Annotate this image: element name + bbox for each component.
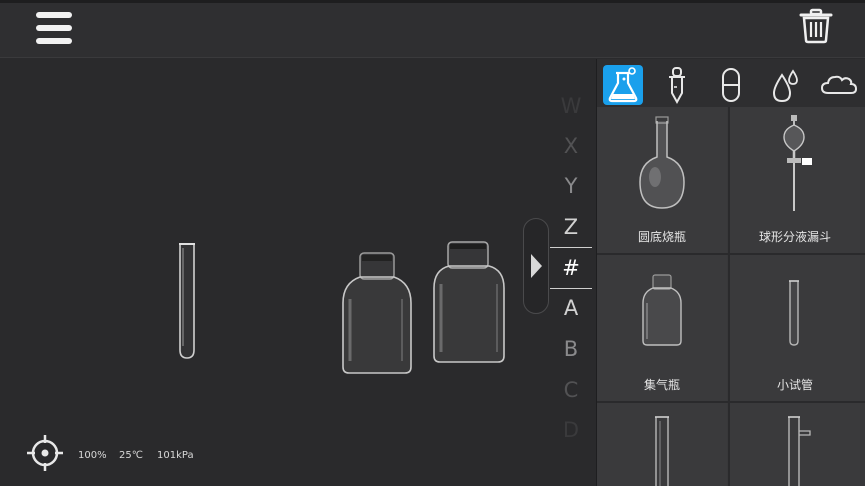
crosshair-icon[interactable] (26, 434, 64, 472)
small-test-tube-icon (789, 280, 799, 346)
alphabet-index[interactable]: W X Y Z # A B C D (550, 86, 592, 446)
apparatus-item-round-flask[interactable]: 圆底烧瓶 (597, 107, 727, 253)
alpha-letter-a[interactable]: A (550, 288, 592, 328)
apparatus-label: 集气瓶 (643, 378, 680, 392)
lab-workspace[interactable] (0, 59, 596, 486)
alpha-letter-y[interactable]: Y (550, 166, 592, 206)
alpha-letter-w[interactable]: W (550, 86, 592, 126)
tab-cloud-icon[interactable] (819, 65, 859, 105)
alpha-letter-c[interactable]: C (550, 370, 592, 410)
glass-tube-icon (655, 416, 669, 486)
grid-divider (597, 401, 865, 403)
alpha-letter-b[interactable]: B (550, 329, 592, 369)
apparatus-item-tube[interactable] (597, 403, 727, 486)
top-toolbar (0, 0, 865, 58)
temperature-value: 25℃ (119, 450, 143, 461)
workspace-gas-jar-1[interactable] (340, 251, 414, 375)
tab-flask-icon[interactable] (603, 65, 643, 105)
tab-dropper-icon[interactable] (657, 65, 697, 105)
apparatus-item-separatory-funnel[interactable]: 球形分液漏斗 (730, 107, 860, 253)
category-tabs (597, 59, 865, 107)
grid-divider (728, 107, 730, 486)
workspace-gas-jar-2[interactable] (431, 240, 507, 364)
workspace-test-tube[interactable] (176, 242, 198, 362)
alpha-letter-x[interactable]: X (550, 126, 592, 166)
apparatus-label: 小试管 (776, 378, 813, 392)
separatory-funnel-icon (783, 115, 812, 211)
grid-divider (597, 253, 865, 255)
alpha-letter-z[interactable]: Z (550, 207, 592, 247)
panel-toggle-button[interactable] (523, 218, 549, 314)
apparatus-label: 球形分液漏斗 (758, 230, 831, 244)
zoom-level: 100% (78, 450, 107, 461)
gas-jar-icon (642, 274, 682, 346)
alpha-letter-hash[interactable]: # (550, 248, 592, 288)
tab-droplets-icon[interactable] (765, 65, 805, 105)
alpha-letter-d[interactable]: D (550, 410, 592, 450)
hamburger-menu-icon[interactable] (34, 12, 74, 46)
pressure-value: 101kPa (157, 450, 194, 461)
apparatus-panel: 圆底烧瓶 球形分液漏斗 集气瓶 小试管 (596, 59, 865, 486)
apparatus-item-side-arm-tube[interactable] (730, 403, 860, 486)
side-arm-tube-icon (788, 416, 811, 486)
tab-capsule-icon[interactable] (711, 65, 751, 105)
apparatus-item-small-test-tube[interactable]: 小试管 (730, 255, 860, 401)
apparatus-label: 圆底烧瓶 (637, 230, 686, 244)
trash-icon[interactable] (797, 8, 835, 44)
apparatus-item-gas-jar[interactable]: 集气瓶 (597, 255, 727, 401)
round-bottom-flask-icon (639, 116, 685, 209)
chevron-right-icon (531, 254, 542, 278)
